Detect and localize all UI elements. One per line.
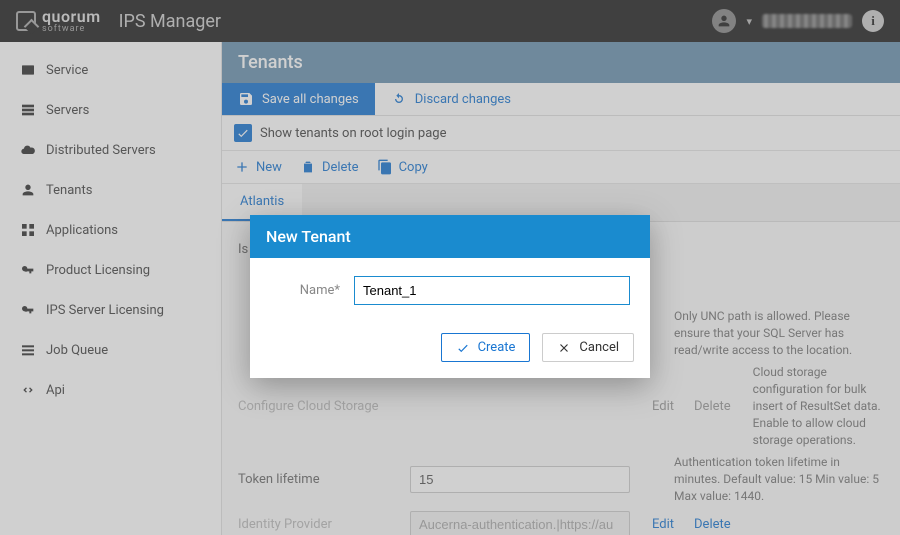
modal-title: New Tenant [250,215,650,258]
close-icon [557,341,571,355]
modal-cancel-button[interactable]: Cancel [542,333,634,362]
modal-cancel-label: Cancel [579,340,619,355]
new-tenant-modal: New Tenant Name* Create Cancel [250,215,650,378]
check-icon [456,341,470,355]
modal-name-input[interactable] [354,276,630,305]
modal-create-label: Create [478,340,516,355]
modal-name-label: Name* [270,283,340,298]
modal-create-button[interactable]: Create [441,333,531,362]
modal-overlay: New Tenant Name* Create Cancel [0,0,900,535]
